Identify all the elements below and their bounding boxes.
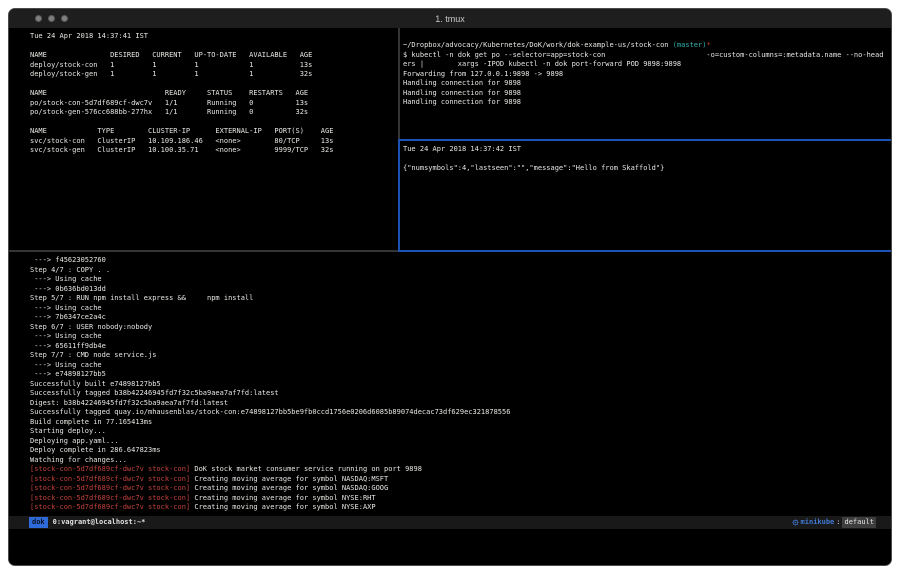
red-text: [stock-con-5d7df689cf-dwc7v stock-con]: [30, 484, 190, 492]
terminal-line: Successfully built e74898127bb5: [30, 380, 891, 390]
plain-text: Creating moving average for symbol NASDA…: [190, 475, 388, 483]
terminal-line: Step 4/7 : COPY . .: [30, 266, 891, 276]
plain-text: Creating moving average for symbol NASDA…: [190, 484, 388, 492]
red-text: *: [706, 41, 710, 49]
terminal-line: [30, 80, 398, 90]
terminal-line: ---> Using cache: [30, 361, 891, 371]
kube-namespace-badge[interactable]: default: [842, 517, 876, 529]
terminal-line: po/stock-con-5d7df689cf-dwc7v 1/1 Runnin…: [30, 99, 398, 109]
pane-port-forward[interactable]: ~/Dropbox/advocacy/Kubernetes/DoK/work/d…: [400, 28, 891, 139]
kube-context-separator: :: [836, 518, 840, 528]
terminal-line: deploy/stock-con 1 1 1 1 13s: [30, 61, 398, 71]
terminal-line: po/stock-gen-576cc688bb-277hx 1/1 Runnin…: [30, 108, 398, 118]
terminal-line: {"numsymbols":4,"lastseen":"","message":…: [403, 164, 891, 174]
terminal-line: [stock-con-5d7df689cf-dwc7v stock-con] C…: [30, 484, 891, 494]
terminal-line: Step 6/7 : USER nobody:nobody: [30, 323, 891, 333]
terminal-line: ers | xargs -IPOD kubectl -n dok port-fo…: [403, 60, 891, 70]
terminal-line: Watching for changes...: [30, 456, 891, 466]
terminal-line: ---> 0b636bd013dd: [30, 285, 891, 295]
terminal-line: ---> Using cache: [30, 275, 891, 285]
terminal-line: ---> Using cache: [30, 332, 891, 342]
zoom-button[interactable]: [61, 15, 68, 22]
terminal-line: NAME DESIRED CURRENT UP-TO-DATE AVAILABL…: [30, 51, 398, 61]
terminal-line: ---> e74898127bb5: [30, 370, 891, 380]
terminal-line: Forwarding from 127.0.0.1:9898 -> 9898: [403, 70, 891, 80]
desktop-background: 1. tmux Tue 24 Apr 2018 14:37:41 IST NAM…: [0, 0, 900, 574]
pane-build-log[interactable]: ---> f45623052760Step 4/7 : COPY . . ---…: [9, 252, 891, 516]
terminal-line: ---> Using cache: [30, 304, 891, 314]
terminal-line: Handling connection for 9898: [403, 89, 891, 99]
status-right: minikube : default: [792, 517, 876, 529]
tmux-status-bar: dok 0:vagrant@localhost:~* minikube : de…: [9, 516, 891, 529]
terminal-line: Successfully tagged b38b42246945fd7f32c5…: [30, 389, 891, 399]
terminal-window: 1. tmux Tue 24 Apr 2018 14:37:41 IST NAM…: [8, 8, 892, 566]
kube-context-label[interactable]: minikube: [801, 518, 835, 528]
plain-text: Creating moving average for symbol NYSE:…: [190, 503, 375, 511]
window-title: 1. tmux: [9, 14, 891, 24]
plain-text: Creating moving average for symbol NYSE:…: [190, 494, 375, 502]
red-text: [stock-con-5d7df689cf-dwc7v stock-con]: [30, 465, 190, 473]
terminal-line: [stock-con-5d7df689cf-dwc7v stock-con] D…: [30, 465, 891, 475]
pane-curl-output[interactable]: Tue 24 Apr 2018 14:37:42 IST {"numsymbol…: [400, 141, 891, 250]
terminal-line: Starting deploy...: [30, 427, 891, 437]
terminal-line: svc/stock-gen ClusterIP 10.100.35.71 <no…: [30, 146, 398, 156]
terminal-line: [stock-con-5d7df689cf-dwc7v stock-con] C…: [30, 503, 891, 513]
tmux-session: Tue 24 Apr 2018 14:37:41 IST NAME DESIRE…: [9, 28, 891, 565]
terminal-line: Build complete in 77.165413ms: [30, 418, 891, 428]
terminal-line: Handling connection for 9898: [403, 98, 891, 108]
terminal-line: NAME READY STATUS RESTARTS AGE: [30, 89, 398, 99]
red-text: [stock-con-5d7df689cf-dwc7v stock-con]: [30, 494, 190, 502]
terminal-line: [stock-con-5d7df689cf-dwc7v stock-con] C…: [30, 475, 891, 485]
red-text: [stock-con-5d7df689cf-dwc7v stock-con]: [30, 503, 190, 511]
minimize-button[interactable]: [48, 15, 55, 22]
pane-divider-bottom-inactive[interactable]: [9, 250, 398, 252]
pane-divider-bottom-active[interactable]: [398, 250, 891, 252]
traffic-lights: [9, 15, 68, 22]
terminal-line: [30, 118, 398, 128]
terminal-line: Step 7/7 : CMD node service.js: [30, 351, 891, 361]
terminal-line: Tue 24 Apr 2018 14:37:41 IST: [30, 32, 398, 42]
terminal-line: Successfully tagged quay.io/mhausenblas/…: [30, 408, 891, 418]
red-text: [stock-con-5d7df689cf-dwc7v stock-con]: [30, 475, 190, 483]
terminal-line: Digest: b38b42246945fd7f32c5ba9aea7af7fd…: [30, 399, 891, 409]
pane-divider-horizontal-active[interactable]: [398, 139, 891, 141]
terminal-line: Deploying app.yaml...: [30, 437, 891, 447]
terminal-line: [403, 155, 891, 165]
terminal-line: Handling connection for 9898: [403, 79, 891, 89]
terminal-line: deploy/stock-gen 1 1 1 1 32s: [30, 70, 398, 80]
cyan-text: (master): [673, 41, 707, 49]
active-window-label[interactable]: 0:vagrant@localhost:~*: [53, 518, 146, 528]
pane-kubectl-watch[interactable]: Tue 24 Apr 2018 14:37:41 IST NAME DESIRE…: [9, 28, 398, 250]
terminal-line: [30, 42, 398, 52]
terminal-line: ~/Dropbox/advocacy/Kubernetes/DoK/work/d…: [403, 41, 891, 51]
terminal-line: Tue 24 Apr 2018 14:37:42 IST: [403, 145, 891, 155]
terminal-line: ---> 65611ff9db4e: [30, 342, 891, 352]
terminal-line: ---> f45623052760: [30, 256, 891, 266]
terminal-line: svc/stock-con ClusterIP 10.109.186.46 <n…: [30, 137, 398, 147]
window-titlebar[interactable]: 1. tmux: [9, 9, 891, 28]
plain-text: DoK stock market consumer service runnin…: [190, 465, 422, 473]
terminal-line: Step 5/7 : RUN npm install express && np…: [30, 294, 891, 304]
close-button[interactable]: [35, 15, 42, 22]
terminal-line: $ kubectl -n dok get po --selector=app=s…: [403, 51, 891, 61]
session-name-badge[interactable]: dok: [29, 517, 48, 529]
pane-divider-vertical-inactive[interactable]: [398, 28, 400, 139]
kubernetes-helm-icon: [792, 519, 799, 526]
terminal-line: ---> 7b6347ce2a4c: [30, 313, 891, 323]
terminal-line: Deploy complete in 286.647823ms: [30, 446, 891, 456]
pane-divider-vertical-active[interactable]: [398, 139, 400, 250]
terminal-line: NAME TYPE CLUSTER-IP EXTERNAL-IP PORT(S)…: [30, 127, 398, 137]
plain-text: ~/Dropbox/advocacy/Kubernetes/DoK/work/d…: [403, 41, 673, 49]
terminal-line: [stock-con-5d7df689cf-dwc7v stock-con] C…: [30, 494, 891, 504]
